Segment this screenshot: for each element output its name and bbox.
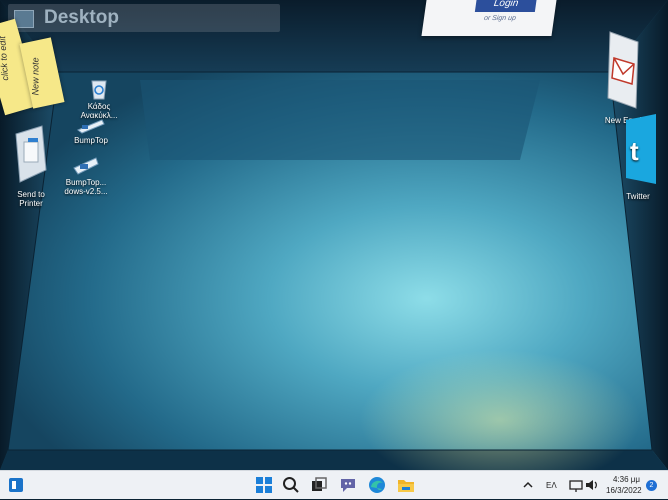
task-view-icon [312,477,327,491]
email-icon [607,31,639,109]
desktop: Desktop click to edit New note Login or … [0,0,668,470]
widgets-icon [9,478,23,492]
new-email[interactable]: New Email [598,28,650,125]
clock-date[interactable]: 16/3/2022 [606,486,642,495]
login-card: Login or Sign up [421,0,557,36]
bumptop-shortcut[interactable]: BumpTop [68,118,114,145]
notification-badge[interactable]: 2 [646,480,657,491]
network-button[interactable] [569,475,583,495]
start-icon [256,477,272,493]
taskbar: ΕΛ 4:36 μμ 16/3/2022 2 [0,470,668,499]
show-hidden-icons-button[interactable] [522,475,534,495]
chat-icon [341,479,355,492]
twitter-label: Twitter [626,192,650,201]
recycle-bin[interactable]: Κάδος Ανακύκλ... [76,78,122,120]
sticky-note-text: click to edit [0,35,11,81]
chevron-up-icon [523,481,533,488]
volume-button[interactable] [585,475,599,495]
desktop-title-bar[interactable]: Desktop [8,4,280,32]
edge-icon [369,477,385,493]
bumptop-label: BumpTop [74,136,108,145]
start-button[interactable] [254,475,274,495]
bumptop-installer[interactable]: BumpTop... dows-v2.5... [58,156,114,196]
task-view-button[interactable] [309,475,329,495]
login-button[interactable]: Login [474,0,538,12]
bumptop-icon [77,119,105,134]
bumptop-installer-icon [73,157,99,175]
edge-button[interactable] [367,475,387,495]
signup-link[interactable]: or Sign up [483,15,516,22]
network-icon [569,480,583,492]
new-note-label: New note [30,57,41,96]
twitter-icon: t [626,114,656,184]
send-to-printer-label: Send to Printer [17,190,45,208]
input-language[interactable]: ΕΛ [546,481,557,490]
search-button[interactable] [281,475,301,495]
clock-time[interactable]: 4:36 μμ [613,475,640,484]
bumptop-installer-label: BumpTop... dows-v2.5... [64,178,108,196]
search-icon [283,477,299,493]
printer-icon [15,125,47,183]
bumptop-room [0,0,668,470]
send-to-printer[interactable]: Send to Printer [6,124,56,208]
desktop-title: Desktop [44,7,119,28]
chat-button[interactable] [338,475,358,495]
recycle-bin-icon [91,80,107,100]
widgets-button[interactable] [8,477,24,493]
file-explorer-icon [398,480,414,492]
file-explorer-button[interactable] [396,475,416,495]
volume-icon [586,480,597,490]
twitter[interactable]: t Twitter [616,112,660,201]
svg-text:t: t [630,136,639,166]
